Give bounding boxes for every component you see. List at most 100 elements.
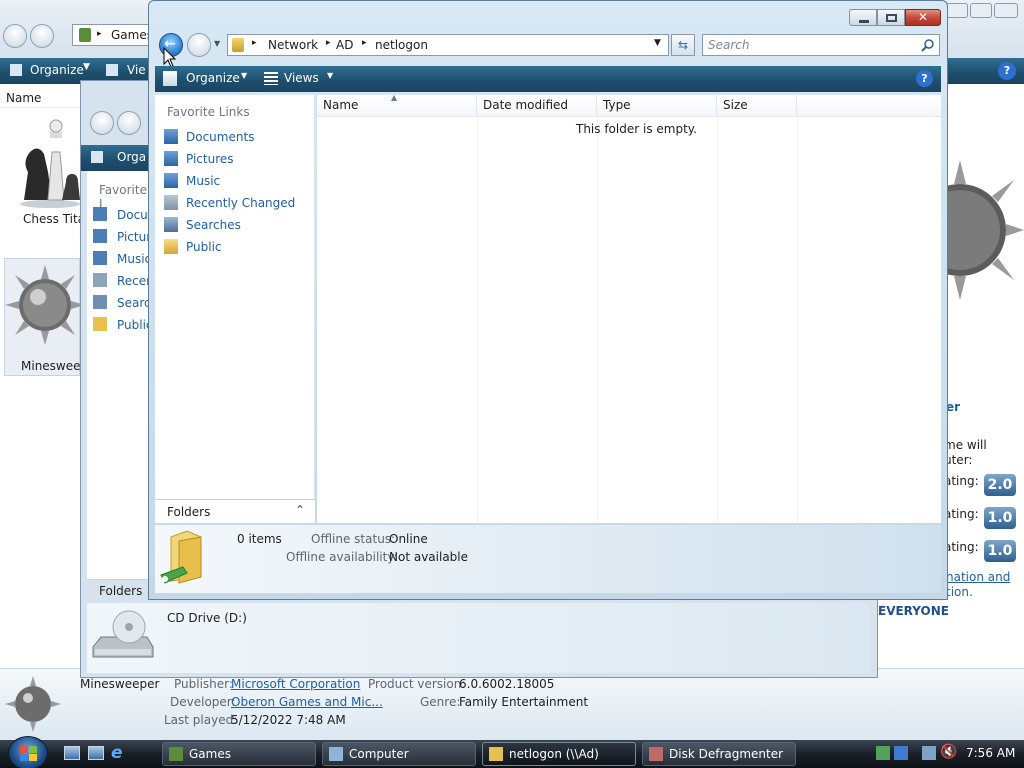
link-documents[interactable]: Documents xyxy=(186,130,254,144)
game-info-link-line2: tion. xyxy=(946,585,973,599)
offline-status-value: Online xyxy=(389,532,428,546)
windows-logo-icon xyxy=(29,754,37,761)
link-public[interactable]: Public xyxy=(186,240,222,254)
breadcrumb-network[interactable]: Network xyxy=(268,38,318,52)
game-preview-image xyxy=(946,150,1024,320)
address-dropdown-icon[interactable]: ▼ xyxy=(654,38,661,48)
taskbar-netlogon[interactable]: netlogon (\\Ad) xyxy=(482,742,636,766)
breadcrumb-ad[interactable]: AD xyxy=(336,38,353,52)
games-address-bar[interactable]: ▸ Games xyxy=(72,24,153,46)
column-headers: Name ▲ Date modified Type Size xyxy=(317,93,941,117)
computer-link-pictures[interactable]: Pictur xyxy=(117,230,151,244)
folder-icon xyxy=(160,530,202,584)
column-size[interactable]: Size xyxy=(717,95,797,115)
minimize-button[interactable] xyxy=(849,9,877,26)
computer-nav-pane: Favorite L Docu Pictur Music Recen Searc… xyxy=(87,171,158,579)
computer-link-music[interactable]: Music xyxy=(117,252,151,266)
publisher-link[interactable]: Microsoft Corporation xyxy=(231,677,360,691)
rating-label-2: ating: xyxy=(944,507,979,521)
folders-label: Folders xyxy=(167,505,211,519)
taskbar-computer[interactable]: Computer xyxy=(322,742,476,766)
link-pictures[interactable]: Pictures xyxy=(186,152,234,166)
close-button[interactable]: ✕ xyxy=(905,9,941,26)
network-tray-icon[interactable] xyxy=(876,746,890,760)
link-searches[interactable]: Searches xyxy=(186,218,241,232)
search-icon[interactable] xyxy=(921,38,935,52)
security-tray-icon[interactable] xyxy=(894,746,908,760)
publisher-label: Publisher: xyxy=(174,677,233,691)
forward-button[interactable] xyxy=(187,33,211,57)
close-button[interactable] xyxy=(994,3,1018,18)
column-divider xyxy=(477,117,478,523)
taskbar-games[interactable]: Games xyxy=(162,742,316,766)
games-views-button[interactable]: Vie xyxy=(127,63,146,77)
link-recently-changed[interactable]: Recently Changed xyxy=(186,196,295,210)
help-icon[interactable]: ? xyxy=(916,70,933,87)
computer-link-documents[interactable]: Docu xyxy=(117,208,148,222)
computer-folders-toggle[interactable]: Folders xyxy=(87,579,149,601)
recent-pages-dropdown[interactable]: ▼ xyxy=(214,39,220,48)
file-list: Name ▲ Date modified Type Size This fold… xyxy=(317,93,941,523)
show-desktop-icon[interactable] xyxy=(64,746,80,760)
organize-button[interactable]: Organize xyxy=(186,71,240,85)
rating-badge-2: 1.0 xyxy=(984,507,1016,529)
games-column-header[interactable]: Name xyxy=(0,86,80,108)
computer-forward-button[interactable] xyxy=(117,111,141,135)
offline-availability-value: Not available xyxy=(389,550,469,564)
search-input[interactable]: Search xyxy=(702,34,940,56)
network-folder-icon xyxy=(232,38,244,52)
game-info-line1: me will xyxy=(944,438,987,452)
rating-badge-1: 2.0 xyxy=(984,474,1016,496)
chess-icon xyxy=(20,119,80,208)
refresh-button[interactable]: ⇆ xyxy=(671,34,695,56)
column-date-modified[interactable]: Date modified xyxy=(477,95,597,115)
taskbar-disk-defragmenter[interactable]: Disk Defragmenter xyxy=(642,742,796,766)
search-placeholder: Search xyxy=(708,38,750,52)
game-info-link[interactable]: nation and xyxy=(946,570,1010,584)
pictures-icon xyxy=(164,151,178,166)
minesweeper-item[interactable]: Minesweep xyxy=(4,258,88,376)
column-type[interactable]: Type xyxy=(597,95,717,115)
restore-icon xyxy=(886,14,897,22)
computer-organize-button[interactable]: Orga xyxy=(117,150,146,164)
games-back-button[interactable] xyxy=(3,24,27,48)
netlogon-window-controls: ✕ xyxy=(849,9,941,27)
internet-explorer-icon[interactable]: e xyxy=(111,743,123,763)
offline-availability-label: Offline availability: xyxy=(286,550,398,564)
computer-back-button[interactable] xyxy=(90,111,114,135)
start-button[interactable] xyxy=(8,736,48,768)
network-connection-icon[interactable] xyxy=(922,746,936,760)
chevron-down-icon: ▼ xyxy=(241,71,248,80)
games-icon xyxy=(169,747,183,761)
chess-titans-item[interactable] xyxy=(14,112,80,208)
breadcrumb-netlogon[interactable]: netlogon xyxy=(375,38,428,52)
games-window-controls xyxy=(946,3,1020,19)
restore-button[interactable] xyxy=(877,9,905,26)
chevron-down-icon: ▼ xyxy=(327,71,334,80)
volume-muted-icon[interactable]: 🔇 xyxy=(940,744,957,760)
folders-toggle[interactable]: Folders ⌃ xyxy=(155,499,315,523)
games-organize-button[interactable]: Organize xyxy=(30,63,84,77)
searches-icon xyxy=(93,295,107,309)
developer-link[interactable]: Oberon Games and Mic... xyxy=(231,695,383,709)
views-button[interactable]: Views xyxy=(284,71,319,85)
navigation-pane: Favorite Links Documents Pictures Music … xyxy=(155,95,315,499)
minesweeper-icon xyxy=(5,265,81,345)
games-forward-button[interactable] xyxy=(30,24,54,48)
recently-changed-icon xyxy=(93,273,107,287)
link-music[interactable]: Music xyxy=(186,174,220,188)
games-folder-icon xyxy=(79,28,91,42)
help-icon[interactable]: ? xyxy=(998,62,1016,80)
empty-folder-message: This folder is empty. xyxy=(576,122,697,136)
organize-icon xyxy=(163,71,177,86)
offline-status-label: Offline status: xyxy=(311,532,396,546)
restore-button[interactable] xyxy=(970,3,992,18)
minimize-button[interactable] xyxy=(946,3,968,18)
windows-logo-icon xyxy=(29,746,37,753)
public-folder-icon xyxy=(93,317,107,331)
address-bar[interactable]: ▸ Network ▸ AD ▸ netlogon ▼ xyxy=(227,34,669,56)
switch-windows-icon[interactable] xyxy=(88,746,104,760)
searches-icon xyxy=(164,217,178,232)
clock[interactable]: 7:56 AM xyxy=(966,746,1015,760)
netlogon-window: ✕ ← ▼ ▸ Network ▸ AD ▸ netlogon ▼ ⇆ Sear… xyxy=(148,0,948,600)
